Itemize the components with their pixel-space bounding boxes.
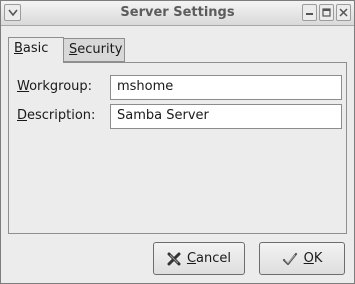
tab-security[interactable]: Security [64, 38, 125, 62]
maximize-button[interactable] [319, 4, 334, 21]
tab-basic[interactable]: Basic [8, 37, 64, 63]
title-bar[interactable]: Server Settings [1, 1, 354, 26]
cancel-label: ancel [196, 251, 232, 266]
tab-basic-accel: B [14, 41, 23, 56]
description-label-accel: D [17, 108, 28, 123]
maximize-icon [322, 8, 331, 17]
tab-basic-label: asic [22, 41, 49, 56]
workgroup-input[interactable]: mshome [110, 75, 342, 100]
cancel-accel: C [186, 251, 197, 266]
cancel-x-icon [167, 252, 181, 265]
window-controls [300, 4, 351, 21]
close-icon [339, 8, 348, 17]
description-label: Description: [17, 108, 95, 123]
minimize-icon [306, 13, 313, 15]
checkmark-icon [282, 252, 297, 265]
description-input[interactable]: Samba Server [110, 104, 342, 129]
ok-accel: O [303, 251, 314, 266]
minimize-button[interactable] [302, 4, 317, 21]
cancel-button[interactable]: Cancel [153, 242, 245, 275]
ok-label: K [313, 251, 323, 266]
close-button[interactable] [336, 4, 351, 21]
server-settings-dialog: Server Settings Basic Security Workgroup… [0, 0, 355, 284]
ok-button[interactable]: OK [259, 242, 345, 275]
tab-security-label: ecurity [77, 42, 123, 57]
workgroup-label-accel: W [17, 79, 30, 94]
workgroup-label: Workgroup: [17, 79, 92, 94]
workgroup-label-text: orkgroup: [29, 79, 93, 94]
description-label-text: escription: [27, 108, 96, 123]
